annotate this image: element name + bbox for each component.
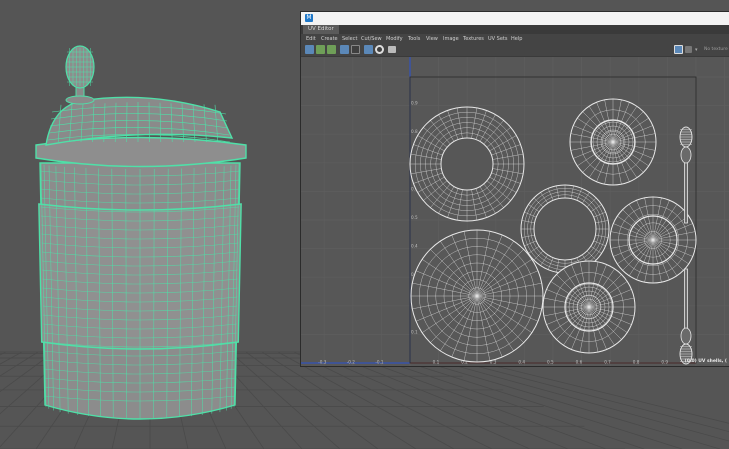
tab-uv-editor[interactable]: UV Editor <box>303 25 339 34</box>
lid-knob-base[interactable] <box>65 95 95 105</box>
u-tick-label: 0.9 <box>661 360 668 365</box>
menu-bar: Edit Create Select Cut/Sew Modify Tools … <box>301 34 729 44</box>
filter-icon[interactable] <box>375 45 384 54</box>
u-tick-label: -0.3 <box>318 360 327 365</box>
floor-grid-line <box>341 351 607 449</box>
window-titlebar[interactable]: M <box>301 12 729 25</box>
uv-shell-knob-bottom-plug <box>680 327 692 345</box>
menu-textures[interactable]: Textures <box>463 34 484 44</box>
uv-shell-sleeve[interactable] <box>409 106 525 222</box>
texture-label[interactable]: No texture <box>704 47 728 53</box>
menu-cut-sew[interactable]: Cut/Sew <box>361 34 382 44</box>
uv-shell-lid-dome[interactable] <box>609 196 697 284</box>
menu-select[interactable]: Select <box>342 34 357 44</box>
uv-shell-lid-rim-inner-edge <box>533 197 597 261</box>
dim-image-icon[interactable] <box>340 45 349 54</box>
uv-shell-cup-bottom[interactable] <box>410 229 544 363</box>
menu-uv-sets[interactable]: UV Sets <box>488 34 508 44</box>
display-mode-icon[interactable] <box>674 45 683 54</box>
uv-toolbar: ▾ No texture <box>301 44 729 57</box>
chevron-down-icon[interactable]: ▾ <box>695 48 699 53</box>
menu-create[interactable]: Create <box>321 34 338 44</box>
floor-grid-line <box>277 351 455 449</box>
v-tick-label: 0.4 <box>411 244 418 249</box>
v-tick-label: 0.1 <box>411 329 418 334</box>
uv-editor-window[interactable]: M UV Editor Edit Create Select Cut/Sew M… <box>301 12 729 366</box>
uv-shell-knob-bottom[interactable] <box>679 268 693 365</box>
u-tick-label: 0.8 <box>633 360 640 365</box>
uv-toolkit-icon[interactable] <box>316 45 325 54</box>
uv-canvas[interactable]: -0.3 -0.2 -0.1 0.1 0.2 0.3 0.4 0.5 0.6 0.7 0.8 0.90… <box>301 57 729 366</box>
u-tick-label: 0.5 <box>547 360 554 365</box>
menu-help[interactable]: Help <box>511 34 522 44</box>
uv-shell-knob-top-plug <box>680 146 692 164</box>
menu-view[interactable]: View <box>426 34 438 44</box>
menu-tools[interactable]: Tools <box>408 34 420 44</box>
u-tick-label: 0.1 <box>433 360 440 365</box>
v-tick-label: 0.8 <box>411 129 418 134</box>
u-tick-label: 0.7 <box>604 360 611 365</box>
maya-app-icon: M <box>305 14 313 22</box>
u-tick-label: 0.6 <box>576 360 583 365</box>
snapshot-icon[interactable] <box>388 46 396 53</box>
uv-shell-lid-top[interactable] <box>569 98 657 186</box>
floor-grid-line <box>0 351 39 377</box>
floor-grid-line <box>389 351 721 449</box>
shell-select-icon[interactable] <box>305 45 314 54</box>
floor-grid-line <box>357 351 645 449</box>
floor-grid-line <box>245 351 379 449</box>
image-display-icon[interactable] <box>685 46 692 53</box>
texture-icon[interactable] <box>327 45 336 54</box>
uv-status-text: (0/0) UV shells, ( <box>684 359 727 364</box>
menu-edit[interactable]: Edit <box>306 34 316 44</box>
floor-grid-line <box>0 351 7 356</box>
grid-toggle-icon[interactable] <box>351 45 360 54</box>
u-tick-label: -0.2 <box>347 360 356 365</box>
uv-shell-base[interactable] <box>542 260 636 354</box>
tab-strip: UV Editor <box>301 25 729 34</box>
uv-shell-sleeve-inner-edge <box>440 137 494 191</box>
floor-grid-line <box>325 351 569 449</box>
checker-icon[interactable] <box>364 45 373 54</box>
cup-model[interactable] <box>35 45 247 420</box>
menu-modify[interactable]: Modify <box>386 34 403 44</box>
floor-grid-line <box>421 351 729 433</box>
uv-shell-lid-rim[interactable] <box>520 184 610 274</box>
v-tick-label: 0.5 <box>411 215 418 220</box>
menu-image[interactable]: Image <box>443 34 459 44</box>
u-tick-label: -0.1 <box>375 360 384 365</box>
u-tick-label: 0.4 <box>518 360 525 365</box>
v-tick-label: 0.9 <box>411 101 418 106</box>
